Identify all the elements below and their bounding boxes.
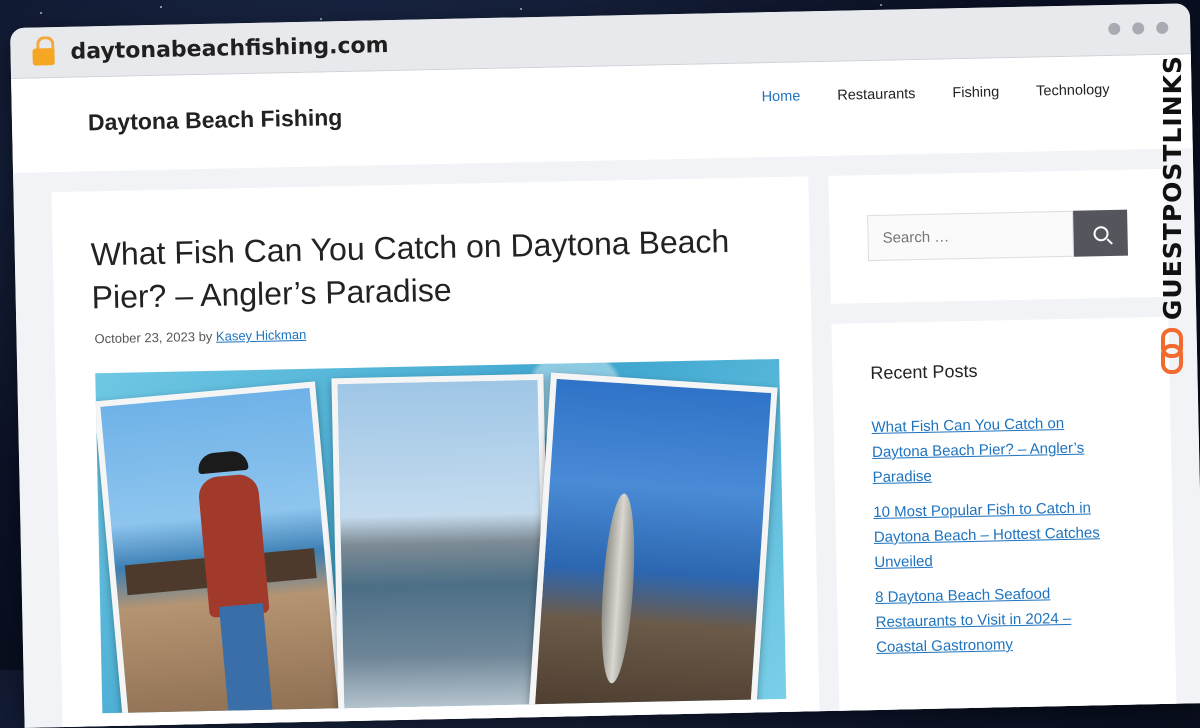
nav-item-restaurants[interactable]: Restaurants: [837, 86, 916, 104]
fisherman-body: [197, 473, 270, 618]
fisherman-hat: [197, 449, 249, 475]
recent-posts-title: Recent Posts: [870, 360, 978, 384]
search-button[interactable]: [1073, 209, 1129, 257]
list-item: What Fish Can You Catch on Daytona Beach…: [871, 410, 1123, 490]
browser-window: daytonabeachfishing.com Daytona Beach Fi…: [10, 3, 1200, 728]
list-item: 10 Most Popular Fish to Catch in Daytona…: [873, 495, 1125, 575]
post-date: October 23, 2023: [94, 329, 196, 347]
site: Daytona Beach Fishing Home Restaurants F…: [11, 54, 1200, 728]
link-chain-icon: [1161, 328, 1183, 375]
featured-image: [95, 358, 787, 714]
post-by: by: [198, 328, 213, 345]
site-title[interactable]: Daytona Beach Fishing: [88, 104, 343, 136]
watermark: GUESTPOSTLINKS: [1152, 55, 1192, 375]
nav-item-home[interactable]: Home: [761, 88, 800, 105]
caught-fish: [596, 492, 640, 685]
post-meta: October 23, 2023 by Kasey Hickman: [94, 327, 306, 346]
collage-photo-fisherman: [95, 381, 347, 714]
collage-photo-fish: [527, 372, 778, 714]
lock-icon: [32, 36, 55, 68]
recent-post-link[interactable]: 10 Most Popular Fish to Catch in Daytona…: [873, 499, 1100, 571]
post-author-link[interactable]: Kasey Hickman: [216, 327, 307, 344]
recent-post-link[interactable]: 8 Daytona Beach Seafood Restaurants to V…: [875, 585, 1072, 656]
nav-item-fishing[interactable]: Fishing: [952, 84, 999, 101]
search-input[interactable]: [867, 210, 1075, 262]
window-dot-icon[interactable]: [1156, 21, 1169, 34]
recent-posts-widget: Recent Posts What Fish Can You Catch on …: [831, 316, 1178, 728]
list-item: 8 Daytona Beach Seafood Restaurants to V…: [875, 580, 1127, 660]
search-icon: [1092, 225, 1109, 241]
main-nav: Home Restaurants Fishing Technology: [761, 82, 1109, 105]
post-card: What Fish Can You Catch on Daytona Beach…: [51, 176, 821, 728]
search-widget: [828, 168, 1168, 304]
window-dot-icon[interactable]: [1108, 22, 1121, 35]
fisherman-legs: [218, 603, 273, 714]
collage-photo-pier: [331, 373, 551, 714]
window-dot-icon[interactable]: [1132, 22, 1145, 35]
post-title: What Fish Can You Catch on Daytona Beach…: [90, 222, 730, 315]
recent-posts-list: What Fish Can You Catch on Daytona Beach…: [871, 410, 1126, 670]
nav-item-technology[interactable]: Technology: [1036, 82, 1110, 100]
recent-post-link[interactable]: What Fish Can You Catch on Daytona Beach…: [871, 415, 1084, 486]
window-controls: [1108, 21, 1169, 35]
watermark-text: GUESTPOSTLINKS: [1157, 55, 1187, 321]
url-text[interactable]: daytonabeachfishing.com: [70, 33, 389, 65]
